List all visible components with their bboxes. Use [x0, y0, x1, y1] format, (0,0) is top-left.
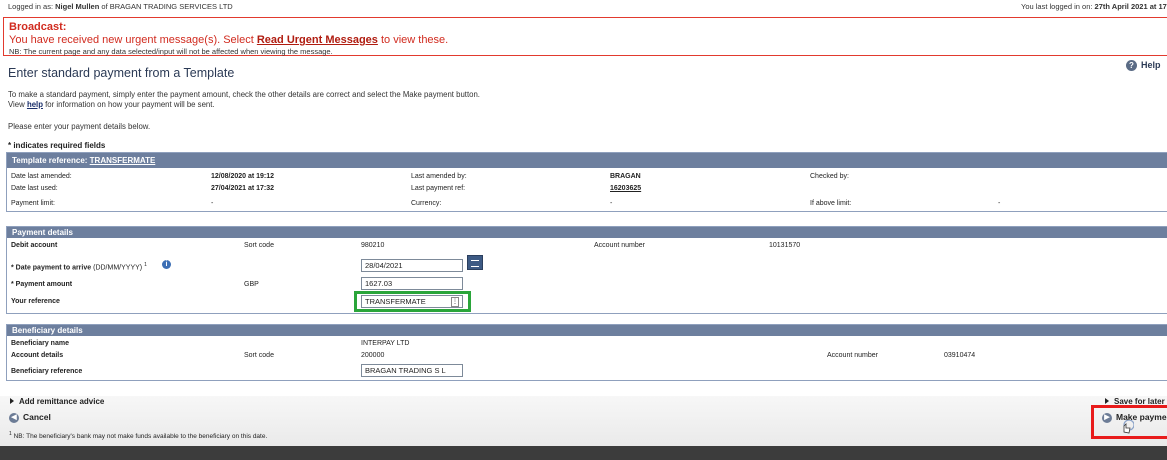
debit-account-label: Debit account: [11, 242, 58, 249]
checked-by-label: Checked by:: [810, 173, 849, 180]
last-login-label: You last logged in on:: [1021, 2, 1093, 11]
payment-limit-value: -: [211, 200, 214, 207]
if-above-limit-label: If above limit:: [810, 200, 852, 207]
help-link[interactable]: ? Help: [1126, 60, 1161, 71]
date-payment-input[interactable]: 28/04/2021: [361, 259, 463, 272]
payment-limit-label: Payment limit:: [11, 200, 55, 207]
help-label: Help: [1141, 60, 1161, 70]
logged-in-info: Logged in as: Nigel Mullen of BRAGAN TRA…: [8, 2, 233, 11]
beneficiary-account-number-value: 03910474: [944, 352, 976, 359]
of-text: of: [101, 2, 108, 11]
beneficiary-name-value: INTERPAY LTD: [361, 340, 410, 347]
bottom-dark-strip: [0, 446, 1167, 460]
beneficiary-account-number-label: Account number: [827, 352, 878, 359]
top-status-bar: Logged in as: Nigel Mullen of BRAGAN TRA…: [0, 0, 1167, 14]
date-last-amended-label: Date last amended:: [11, 173, 72, 180]
footnote-marker: 1: [9, 431, 12, 437]
beneficiary-reference-input[interactable]: BRAGAN TRADING S L: [361, 364, 463, 377]
help-icon: ?: [1126, 60, 1137, 71]
if-above-limit-value: -: [998, 200, 1001, 207]
beneficiary-sort-code-value: 200000: [361, 352, 385, 359]
logged-in-prefix: Logged in as:: [8, 2, 54, 11]
broadcast-message: You have received new urgent message(s).…: [9, 34, 448, 46]
cancel-label: Cancel: [23, 412, 51, 422]
instructions-text: Please enter your payment details below.: [8, 122, 151, 131]
intro-view: View: [8, 100, 25, 109]
debit-sort-code-label: Sort code: [244, 242, 274, 249]
date-last-used-value: 27/04/2021 at 17:32: [211, 185, 275, 192]
intro-line2: View help for information on how your pa…: [8, 100, 480, 110]
debit-account-number-label: Account number: [594, 242, 645, 249]
currency-label: Currency:: [411, 200, 442, 207]
beneficiary-details-panel: Beneficiary details Beneficiary name INT…: [6, 324, 1167, 381]
broadcast-note: NB: The current page and any data select…: [9, 47, 333, 56]
template-panel: Template reference: TRANSFERMATE Date la…: [6, 152, 1167, 212]
info-icon[interactable]: i: [162, 260, 171, 269]
hand-cursor-icon: [1123, 420, 1134, 434]
add-remittance-label: Add remittance advice: [19, 397, 105, 406]
beneficiary-sort-code-label: Sort code: [244, 352, 274, 359]
broadcast-message-pre: You have received new urgent message(s).…: [9, 34, 254, 46]
date-arrive-label-text: * Date payment to arrive: [11, 264, 92, 272]
date-last-used-label: Date last used:: [11, 185, 58, 192]
last-payment-ref-label: Last payment ref:: [411, 185, 466, 192]
cancel-button[interactable]: ◀ Cancel: [9, 412, 51, 423]
user-name: Nigel Mullen: [55, 2, 100, 11]
save-arrow-icon: [1105, 398, 1109, 404]
calendar-icon[interactable]: [467, 255, 483, 270]
last-login-value: 27th April 2021 at 17:: [1094, 2, 1167, 11]
intro-help-link[interactable]: help: [27, 100, 43, 109]
footnote-text: NB: The beneficiary's bank may not make …: [13, 433, 268, 441]
beneficiary-account-details-label: Account details: [11, 352, 64, 359]
intro-text: To make a standard payment, simply enter…: [8, 90, 480, 110]
payment-amount-label: * Payment amount: [11, 281, 73, 288]
payment-details-header: Payment details: [7, 227, 1167, 238]
currency-value: -: [610, 200, 613, 207]
last-amended-by-label: Last amended by:: [411, 173, 467, 180]
last-amended-by-value: BRAGAN: [610, 173, 641, 180]
payment-details-panel: Payment details Debit account Sort code …: [6, 226, 1167, 314]
back-arrow-icon: ◀: [9, 412, 19, 423]
beneficiary-reference-label: Beneficiary reference: [11, 368, 83, 375]
template-header: Template reference: TRANSFERMATE: [7, 153, 1167, 168]
last-payment-ref-link[interactable]: 16203625: [610, 185, 641, 192]
company-name: BRAGAN TRADING SERVICES LTD: [109, 2, 233, 11]
date-format-hint: (DD/MM/YYYY): [93, 264, 143, 272]
read-urgent-messages-link[interactable]: Read Urgent Messages: [257, 34, 378, 46]
footnote: 1 NB: The beneficiary's bank may not mak…: [9, 431, 267, 440]
date-arrive-label: * Date payment to arrive (DD/MM/YYYY) 1: [11, 262, 147, 271]
broadcast-banner: Broadcast: You have received new urgent …: [3, 17, 1167, 56]
reference-highlight: [354, 291, 471, 312]
payment-currency: GBP: [244, 281, 259, 288]
page-title: Enter standard payment from a Template: [8, 66, 235, 80]
last-login-info: You last logged in on: 27th April 2021 a…: [1021, 2, 1167, 11]
intro-line1: To make a standard payment, simply enter…: [8, 90, 480, 99]
beneficiary-name-label: Beneficiary name: [11, 340, 69, 347]
your-reference-label: Your reference: [11, 298, 60, 305]
beneficiary-details-header: Beneficiary details: [7, 325, 1167, 336]
required-note: * indicates required fields: [8, 141, 106, 150]
add-remittance-link[interactable]: Add remittance advice: [10, 397, 104, 406]
date-last-amended-value: 12/08/2020 at 19:12: [211, 173, 275, 180]
date-footnote-marker: 1: [144, 262, 147, 268]
broadcast-message-post: to view these.: [380, 34, 449, 46]
intro-line2-post: for information on how your payment will…: [45, 100, 215, 109]
template-reference-link[interactable]: TRANSFERMATE: [90, 156, 156, 165]
expand-arrow-icon: [10, 398, 14, 404]
payment-amount-input[interactable]: 1627.03: [361, 277, 463, 290]
debit-account-number-value: 10131570: [769, 242, 801, 249]
broadcast-title: Broadcast:: [9, 21, 67, 33]
debit-sort-code-value: 980210: [361, 242, 385, 249]
template-reference-label: Template reference:: [12, 156, 88, 165]
